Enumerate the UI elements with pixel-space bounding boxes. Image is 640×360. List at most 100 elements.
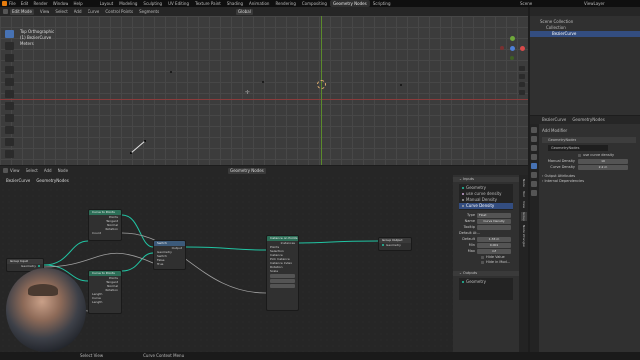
tab-rendering[interactable]: Rendering xyxy=(272,0,298,7)
scale-x-field[interactable] xyxy=(270,274,295,278)
sidebar-tab-group[interactable]: Group xyxy=(521,211,527,221)
menu-segments[interactable]: Segments xyxy=(139,9,159,15)
hide-in-modifier-checkbox[interactable] xyxy=(481,261,484,264)
node-menu-select[interactable]: Select xyxy=(26,168,38,174)
tab-scripting[interactable]: Scripting xyxy=(370,0,394,7)
menu-help[interactable]: Help xyxy=(73,1,82,7)
sidebar-tab-tool[interactable]: Tool xyxy=(521,191,527,197)
radius-tool-icon[interactable] xyxy=(5,150,14,158)
node-menu-view[interactable]: View xyxy=(10,168,20,174)
extrude-tool-icon[interactable] xyxy=(5,138,14,146)
editor-type-icon[interactable] xyxy=(3,9,8,14)
material-tab-icon[interactable] xyxy=(531,190,537,196)
modifier-header[interactable]: GeometryNodes xyxy=(542,137,636,143)
3d-cursor-icon[interactable] xyxy=(317,80,326,89)
scene-selector[interactable]: Scene xyxy=(520,0,532,7)
type-dropdown[interactable]: Float xyxy=(477,213,511,218)
tab-geometry-nodes[interactable]: Geometry Nodes xyxy=(329,0,370,7)
zoom-icon[interactable] xyxy=(519,66,525,71)
tab-sculpting[interactable]: Sculpting xyxy=(140,0,165,7)
gizmo-neg-y-icon[interactable] xyxy=(510,56,514,60)
tool-tab-icon[interactable] xyxy=(531,127,537,133)
menu-render[interactable]: Render xyxy=(33,1,47,7)
gizmo-neg-x-icon[interactable] xyxy=(500,46,504,50)
socket-true[interactable]: True xyxy=(154,262,185,266)
menu-file[interactable]: File xyxy=(9,1,16,7)
menu-curve[interactable]: Curve xyxy=(88,9,100,15)
group-output-node[interactable]: Group Output Geometry xyxy=(378,237,412,251)
menu-window[interactable]: Window xyxy=(53,1,69,7)
move-tool-icon[interactable] xyxy=(5,54,14,62)
scale-tool-icon[interactable] xyxy=(5,78,14,86)
tab-compositing[interactable]: Compositing xyxy=(299,0,330,7)
socket-scale[interactable]: Scale xyxy=(267,269,298,273)
node-menu-node[interactable]: Node xyxy=(58,168,68,174)
node-group-name[interactable]: GeometryNodes xyxy=(548,145,608,151)
hide-in-modifier-row[interactable]: Hide in Mod... xyxy=(453,260,519,265)
camera-icon[interactable] xyxy=(519,82,525,87)
object-tab-icon[interactable] xyxy=(531,154,537,160)
tab-modeling[interactable]: Modeling xyxy=(116,0,140,7)
scale-y-field[interactable] xyxy=(270,279,295,283)
hide-value-checkbox[interactable] xyxy=(481,256,484,259)
menu-control-points[interactable]: Control Points xyxy=(105,9,133,15)
transform-tool-icon[interactable] xyxy=(5,90,14,98)
outputs-panel-title[interactable]: ⌄ Outputs xyxy=(453,271,519,276)
tab-animation[interactable]: Animation xyxy=(246,0,272,7)
use-curve-density-row[interactable]: use curve density xyxy=(542,153,636,158)
name-field[interactable]: Curve Density xyxy=(477,219,511,224)
instance-on-points-node[interactable]: Instance on Points Instances Points Sele… xyxy=(266,235,299,311)
gizmo-x-axis-icon[interactable] xyxy=(520,46,525,51)
outliner-item-beziercurve[interactable]: BezierCurve xyxy=(530,31,640,37)
3d-viewport[interactable]: Top Orthographic (1) BezierCurve Meters … xyxy=(0,16,528,165)
max-field[interactable]: inf xyxy=(477,249,511,254)
socket-count[interactable]: Count xyxy=(89,231,121,235)
sidebar-tab-node[interactable]: Node xyxy=(521,179,527,187)
output-socket-geometry[interactable]: Geometry xyxy=(459,279,513,285)
use-curve-density-checkbox[interactable] xyxy=(578,154,581,157)
bezier-curve-shape[interactable] xyxy=(128,136,150,156)
default-field[interactable]: 1.33 m xyxy=(477,237,511,242)
sidebar-tab-view[interactable]: View xyxy=(521,201,527,208)
menu-select[interactable]: Select xyxy=(55,9,67,15)
menu-edit[interactable]: Edit xyxy=(21,1,29,7)
gizmo-z-axis-icon[interactable] xyxy=(510,46,515,51)
cursor-tool-icon[interactable] xyxy=(5,42,14,50)
sidebar-tab-node-wrangler[interactable]: Node Wrangler xyxy=(521,225,527,247)
menu-add[interactable]: Add xyxy=(74,9,82,15)
node-tree-selector[interactable]: Geometry Nodes xyxy=(228,168,266,174)
node-editor[interactable]: BezierCurve GeometryNodes Group Input Ge… xyxy=(0,175,453,352)
tab-uv-editing[interactable]: UV Editing xyxy=(165,0,192,7)
modifier-name[interactable]: GeometryNodes xyxy=(542,137,576,143)
switch-node[interactable]: Switch Output Geometry Switch False True xyxy=(153,240,186,270)
render-tab-icon[interactable] xyxy=(531,136,537,142)
scale-z-field[interactable] xyxy=(270,284,295,288)
manual-density-field[interactable]: 10 xyxy=(578,159,628,164)
navigation-gizmo[interactable] xyxy=(500,36,526,62)
data-tab-icon[interactable] xyxy=(531,181,537,187)
gizmo-y-axis-icon[interactable] xyxy=(510,36,515,41)
blender-logo-icon[interactable] xyxy=(2,1,7,6)
tab-texture-paint[interactable]: Texture Paint xyxy=(192,0,224,7)
tooltip-field[interactable] xyxy=(477,225,511,230)
curve-to-points-node[interactable]: Curve to Points Points Tangent Normal Ro… xyxy=(88,270,122,314)
socket-item-curve-density[interactable]: Curve Density xyxy=(459,203,513,209)
measure-tool-icon[interactable] xyxy=(5,114,14,122)
menu-view[interactable]: View xyxy=(40,9,50,15)
draw-tool-icon[interactable] xyxy=(5,126,14,134)
rotate-tool-icon[interactable] xyxy=(5,66,14,74)
select-tool-icon[interactable] xyxy=(5,30,14,38)
transform-orientation[interactable]: Global xyxy=(236,9,253,15)
socket-length[interactable]: Length xyxy=(89,300,121,304)
pan-icon[interactable] xyxy=(519,74,525,79)
view-layer-selector[interactable]: ViewLayer xyxy=(584,0,605,7)
annotate-tool-icon[interactable] xyxy=(5,102,14,110)
grid-icon[interactable] xyxy=(519,90,525,95)
mode-selector[interactable]: Edit Mode xyxy=(10,8,34,15)
tab-shading[interactable]: Shading xyxy=(224,0,246,7)
node-editor-type-icon[interactable] xyxy=(3,168,8,173)
curve-density-field[interactable]: 2.2 m xyxy=(578,165,628,170)
tab-layout[interactable]: Layout xyxy=(97,0,117,7)
group-output-geometry-socket[interactable]: Geometry xyxy=(379,243,411,247)
add-modifier-button[interactable]: Add Modifier xyxy=(542,128,636,134)
